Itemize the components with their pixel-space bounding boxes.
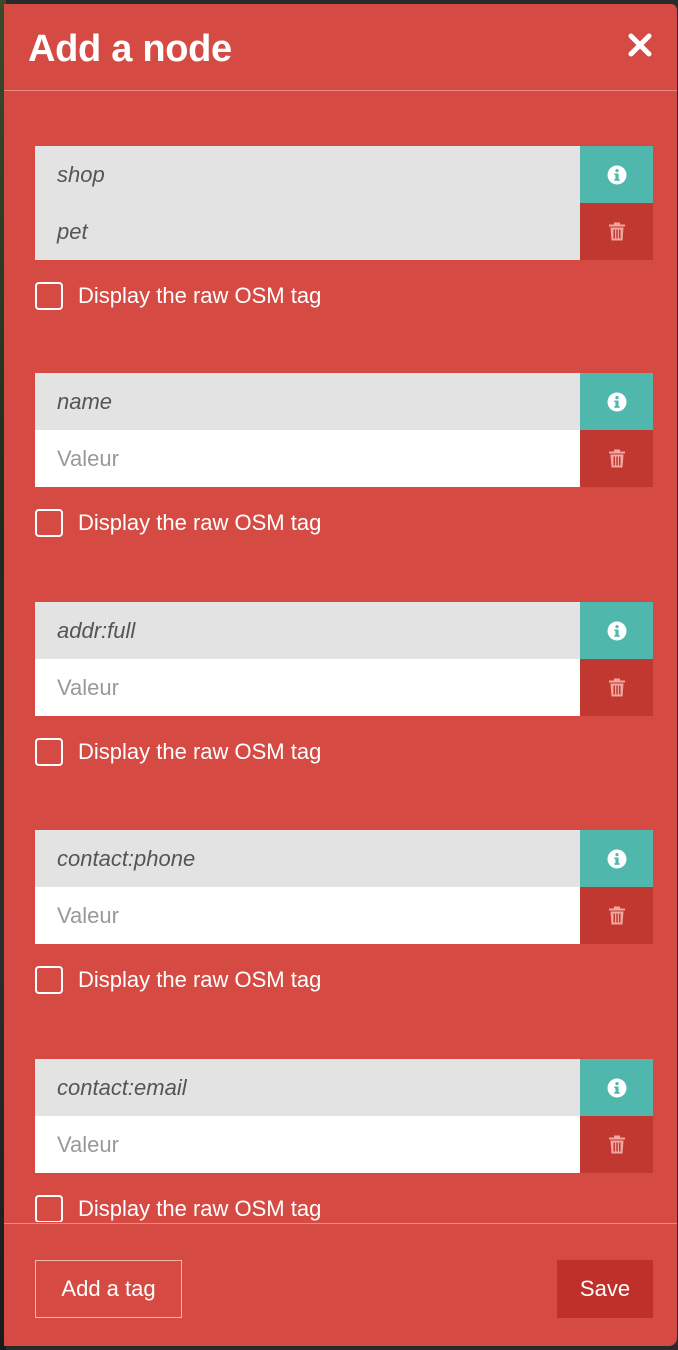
- tag-value-input[interactable]: Valeur: [35, 1116, 580, 1173]
- tag-info-button[interactable]: [580, 146, 653, 203]
- trash-icon: [608, 906, 625, 925]
- raw-osm-toggle[interactable]: Display the raw OSM tag: [35, 281, 653, 311]
- tag-list: shop pet Display the raw OSM tag name Va…: [4, 92, 677, 1222]
- tag-item: addr:full Valeur Display the raw OSM tag: [35, 602, 653, 767]
- raw-osm-label: Display the raw OSM tag: [78, 967, 322, 992]
- tag-info-button[interactable]: [580, 1059, 653, 1116]
- raw-osm-checkbox[interactable]: [35, 1195, 63, 1222]
- trash-icon: [608, 449, 625, 468]
- save-button[interactable]: Save: [557, 1260, 653, 1318]
- raw-osm-toggle[interactable]: Display the raw OSM tag: [35, 508, 653, 538]
- tag-value-input[interactable]: Valeur: [35, 659, 580, 716]
- raw-osm-toggle[interactable]: Display the raw OSM tag: [35, 1194, 653, 1222]
- info-icon: [607, 1078, 626, 1097]
- tag-info-button[interactable]: [580, 830, 653, 887]
- raw-osm-toggle[interactable]: Display the raw OSM tag: [35, 737, 653, 767]
- tag-key-field[interactable]: shop: [35, 146, 580, 203]
- info-icon: [607, 849, 626, 868]
- raw-osm-checkbox[interactable]: [35, 738, 63, 766]
- tag-value-input[interactable]: Valeur: [35, 887, 580, 944]
- raw-osm-label: Display the raw OSM tag: [78, 1196, 322, 1221]
- trash-icon: [608, 678, 625, 697]
- raw-osm-toggle[interactable]: Display the raw OSM tag: [35, 965, 653, 995]
- tag-item: shop pet Display the raw OSM tag: [35, 146, 653, 311]
- tag-delete-button[interactable]: [580, 887, 653, 944]
- panel-title: Add a node: [28, 28, 232, 70]
- tag-item: name Valeur Display the raw OSM tag: [35, 373, 653, 538]
- info-icon: [607, 392, 626, 411]
- tag-value-field[interactable]: pet: [35, 203, 580, 260]
- raw-osm-checkbox[interactable]: [35, 966, 63, 994]
- raw-osm-label: Display the raw OSM tag: [78, 510, 322, 535]
- raw-osm-checkbox[interactable]: [35, 282, 63, 310]
- raw-osm-checkbox[interactable]: [35, 509, 63, 537]
- trash-icon: [608, 222, 625, 241]
- tag-key-field[interactable]: contact:email: [35, 1059, 580, 1116]
- add-node-panel: Add a node shop pet Display the raw OSM …: [4, 4, 677, 1346]
- tag-info-button[interactable]: [580, 602, 653, 659]
- tag-item: contact:email Valeur Display the raw OSM…: [35, 1059, 653, 1222]
- trash-icon: [608, 1135, 625, 1154]
- info-icon: [607, 165, 626, 184]
- info-icon: [607, 621, 626, 640]
- raw-osm-label: Display the raw OSM tag: [78, 739, 322, 764]
- tag-delete-button[interactable]: [580, 1116, 653, 1173]
- add-tag-button[interactable]: Add a tag: [35, 1260, 182, 1318]
- panel-header: Add a node: [4, 4, 677, 91]
- tag-value-input[interactable]: Valeur: [35, 430, 580, 487]
- close-icon[interactable]: [627, 32, 653, 58]
- tag-key-field[interactable]: addr:full: [35, 602, 580, 659]
- tag-delete-button[interactable]: [580, 659, 653, 716]
- raw-osm-label: Display the raw OSM tag: [78, 283, 322, 308]
- tag-delete-button[interactable]: [580, 203, 653, 260]
- tag-info-button[interactable]: [580, 373, 653, 430]
- tag-delete-button[interactable]: [580, 430, 653, 487]
- tag-item: contact:phone Valeur Display the raw OSM…: [35, 830, 653, 995]
- tag-key-field[interactable]: name: [35, 373, 580, 430]
- tag-key-field[interactable]: contact:phone: [35, 830, 580, 887]
- panel-footer: Add a tag Save: [4, 1223, 677, 1346]
